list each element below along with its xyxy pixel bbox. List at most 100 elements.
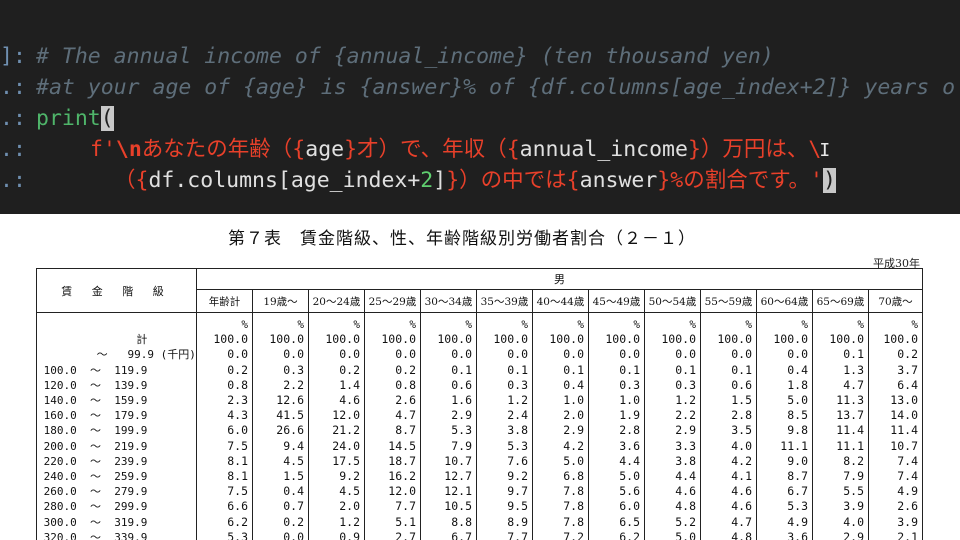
table-body: %%%%%%%%%%%%% 計 100.0 100.0 100.0 100.0 100.0… [36,312,923,540]
table-cell: 6.4 [868,377,923,394]
table-cell: 12.0 [308,408,365,424]
table-cell: 7.2 [532,529,589,540]
code-editor[interactable]: ]: # The annual income of {annual_income… [0,0,960,214]
table-cell: 3.9 [868,514,923,530]
table-cell: 4.8 [700,529,757,540]
table-row: 280.0 ～ 299.9 6.6 0.7 2.0 7.7 10.5 9.5 7.8 6.0 4.… [36,499,923,515]
table-cell: 0.9 [308,529,365,540]
table-cell: 100.0 [420,332,477,348]
code-line-4[interactable]: .: f'\nあなたの年齢（{age}才）で、年収（{annual_income… [0,134,830,165]
age-column-header: 19歳～ [252,289,309,313]
table-cell: 8.8 [420,514,477,530]
table-cell: 1.0 [588,393,645,409]
table-cell: 0.0 [644,347,701,363]
wage-range-label: 240.0 ～ 259.9 [36,469,197,485]
wage-range-label [36,312,197,333]
code-line-5[interactable]: .: （{df.columns[age_index+2]}）の中では{answe… [0,165,836,196]
table-cell: 5.3 [420,423,477,439]
table-cell: 7.5 [196,484,253,500]
wage-range-label: 160.0 ～ 179.9 [36,408,197,424]
close-paren-highlight: ) [823,168,836,193]
table-cell: 10.7 [420,453,477,470]
interp-var-age: age [305,137,345,162]
table-cell: 0.6 [700,377,757,394]
table-cell: 3.6 [756,529,813,540]
code-line-2[interactable]: .: #at your age of {age} is {answer}% of… [0,72,955,103]
table-cell: 0.0 [532,347,589,363]
table-cell: 100.0 [756,332,813,348]
table-cell: 1.9 [588,408,645,424]
print-statement: print( [36,103,114,134]
wage-range-label: 320.0 ～ 339.9 [36,529,197,540]
table-cell: 1.5 [252,469,309,485]
newline-escape: \n [115,137,142,162]
table-cell: 4.5 [252,453,309,470]
table-cell: 3.7 [868,362,923,378]
table-cell: 4.6 [308,393,365,409]
string-text: あなたの年齢（ [141,137,293,162]
code-line-1[interactable]: ]: # The annual income of {annual_income… [0,41,774,72]
table-row: 計 100.0 100.0 100.0 100.0 100.0 100.0 100.0 100.… [36,332,923,348]
table-cell: 6.6 [196,499,253,515]
table-cell: % [532,312,589,333]
table-cell: 0.2 [252,514,309,530]
print-keyword: print [36,106,101,131]
table-cell: 4.7 [364,408,421,424]
table-cell: 2.0 [532,408,589,424]
table-cell: 2.6 [364,393,421,409]
table-cell: 0.1 [644,362,701,378]
table-cell: 7.8 [532,514,589,530]
table-cell: 21.2 [308,423,365,439]
table-cell: 2.7 [364,529,421,540]
string-text: （ [114,168,136,193]
table-cell: 8.7 [756,469,813,485]
interp-var-income: annual_income [519,137,688,162]
table-cell: 4.3 [196,408,253,424]
table-cell: 100.0 [644,332,701,348]
table-row: 260.0 ～ 279.9 7.5 0.4 4.5 12.0 12.1 9.7 7.8 5.6 4… [36,484,923,500]
table-cell: 4.7 [812,377,869,394]
table-cell: 4.5 [308,484,365,500]
table-cell: 100.0 [476,332,533,348]
code-line-3[interactable]: .: print( [0,103,114,134]
table-cell: 2.3 [196,393,253,409]
table-row: 140.0 ～ 159.9 2.3 12.6 4.6 2.6 1.6 1.2 1.0 1.0 1.… [36,393,923,409]
table-cell: 5.0 [644,529,701,540]
table-cell: 4.6 [700,499,757,515]
table-cell: 0.3 [476,377,533,394]
table-cell: 3.9 [812,499,869,515]
table-cell: 8.7 [364,423,421,439]
table-cell: 3.3 [644,438,701,454]
table-cell: 12.0 [364,484,421,500]
table-cell: 1.0 [532,393,589,409]
fstring-part-2: （{df.columns[age_index+2]}）の中では{answer}%… [114,165,836,196]
table-cell: 7.5 [196,438,253,454]
table-cell: 0.3 [644,377,701,394]
table-cell: % [476,312,533,333]
table-cell: 5.5 [812,484,869,500]
table-cell: % [308,312,365,333]
table-cell: 7.8 [532,499,589,515]
table-cell: 13.7 [812,408,869,424]
table-cell: 2.9 [532,423,589,439]
table-cell: 2.2 [252,377,309,394]
table-cell: 0.1 [812,347,869,363]
table-cell: 16.2 [364,469,421,485]
table-cell: 100.0 [308,332,365,348]
table-cell: 3.6 [588,438,645,454]
table-cell: 6.5 [588,514,645,530]
table-cell: 7.9 [812,469,869,485]
table-cell: 13.0 [868,393,923,409]
table-cell: 11.1 [812,438,869,454]
brace: } [446,168,460,193]
table-cell: 18.7 [364,453,421,470]
table-cell: 100.0 [364,332,421,348]
brace: { [135,168,149,193]
table-cell: 4.0 [700,438,757,454]
table-cell: 5.0 [588,469,645,485]
table-cell: 0.1 [532,362,589,378]
table-cell: 12.7 [420,469,477,485]
table-cell: 0.8 [196,377,253,394]
wage-range-label: 140.0 ～ 159.9 [36,393,197,409]
table-cell: 4.6 [644,484,701,500]
